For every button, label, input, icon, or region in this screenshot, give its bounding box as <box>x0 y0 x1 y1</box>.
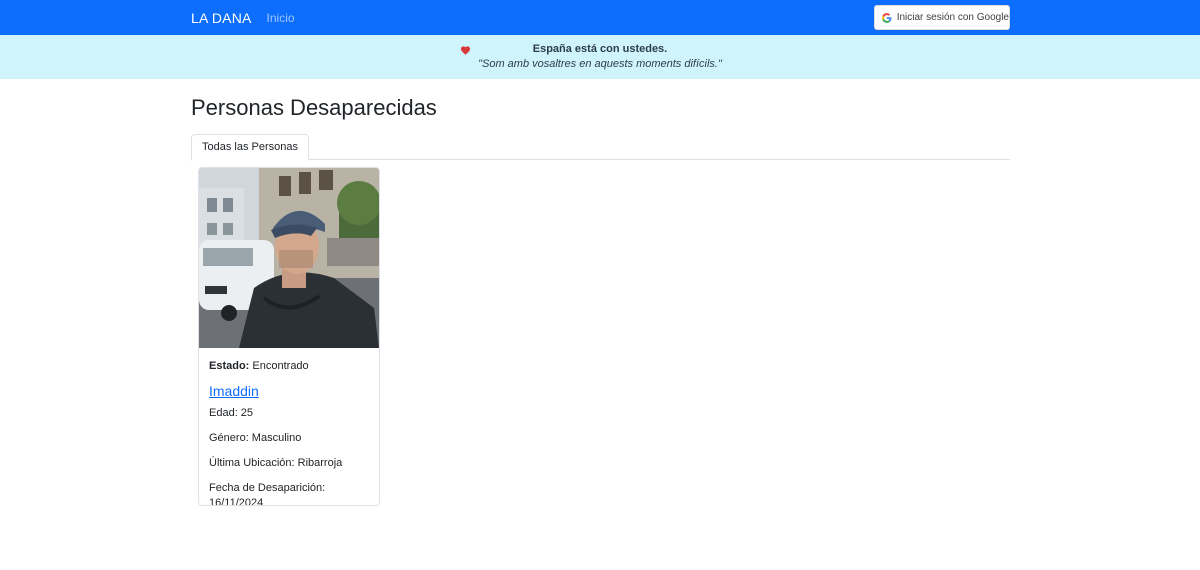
brand-logo[interactable]: LA DANA <box>191 10 252 26</box>
person-name-link[interactable]: Imaddin <box>209 383 259 399</box>
person-photo <box>199 168 379 348</box>
gender-field: Género: Masculino <box>209 432 302 444</box>
top-navbar: LA DANA Inicio Iniciar sesión con Google <box>0 0 1200 35</box>
location-field: Última Ubicación: Ribarroja <box>209 457 343 469</box>
heart-icon <box>461 46 471 55</box>
alert-headline: España está con ustedes. <box>532 43 668 55</box>
card-body: Estado: Encontrado Imaddin Edad: 25 Géne… <box>199 348 379 506</box>
status-label: Estado: <box>209 360 250 372</box>
status-value: Encontrado <box>252 360 309 372</box>
nav-link-inicio[interactable]: Inicio <box>267 11 295 25</box>
date-field: Fecha de Desaparición: 16/11/2024 <box>209 482 326 506</box>
tab-bar: Todas las Personas <box>191 134 1010 161</box>
main-content: Personas Desaparecidas Todas las Persona… <box>0 94 1200 506</box>
age-field: Edad: 25 <box>209 407 254 419</box>
tab-todas-las-personas[interactable]: Todas las Personas <box>191 134 309 161</box>
alert-quote: "Som amb vosaltres en aquests moments di… <box>478 58 722 70</box>
google-icon <box>882 12 892 23</box>
google-login-button[interactable]: Iniciar sesión con Google <box>874 5 1010 30</box>
google-login-label: Iniciar sesión con Google <box>896 12 1009 23</box>
person-card: Estado: Encontrado Imaddin Edad: 25 Géne… <box>198 167 380 506</box>
status-line: Estado: Encontrado <box>209 360 369 372</box>
solidarity-alert: España está con ustedes. "Som amb vosalt… <box>0 35 1200 79</box>
page-title: Personas Desaparecidas <box>191 95 437 120</box>
